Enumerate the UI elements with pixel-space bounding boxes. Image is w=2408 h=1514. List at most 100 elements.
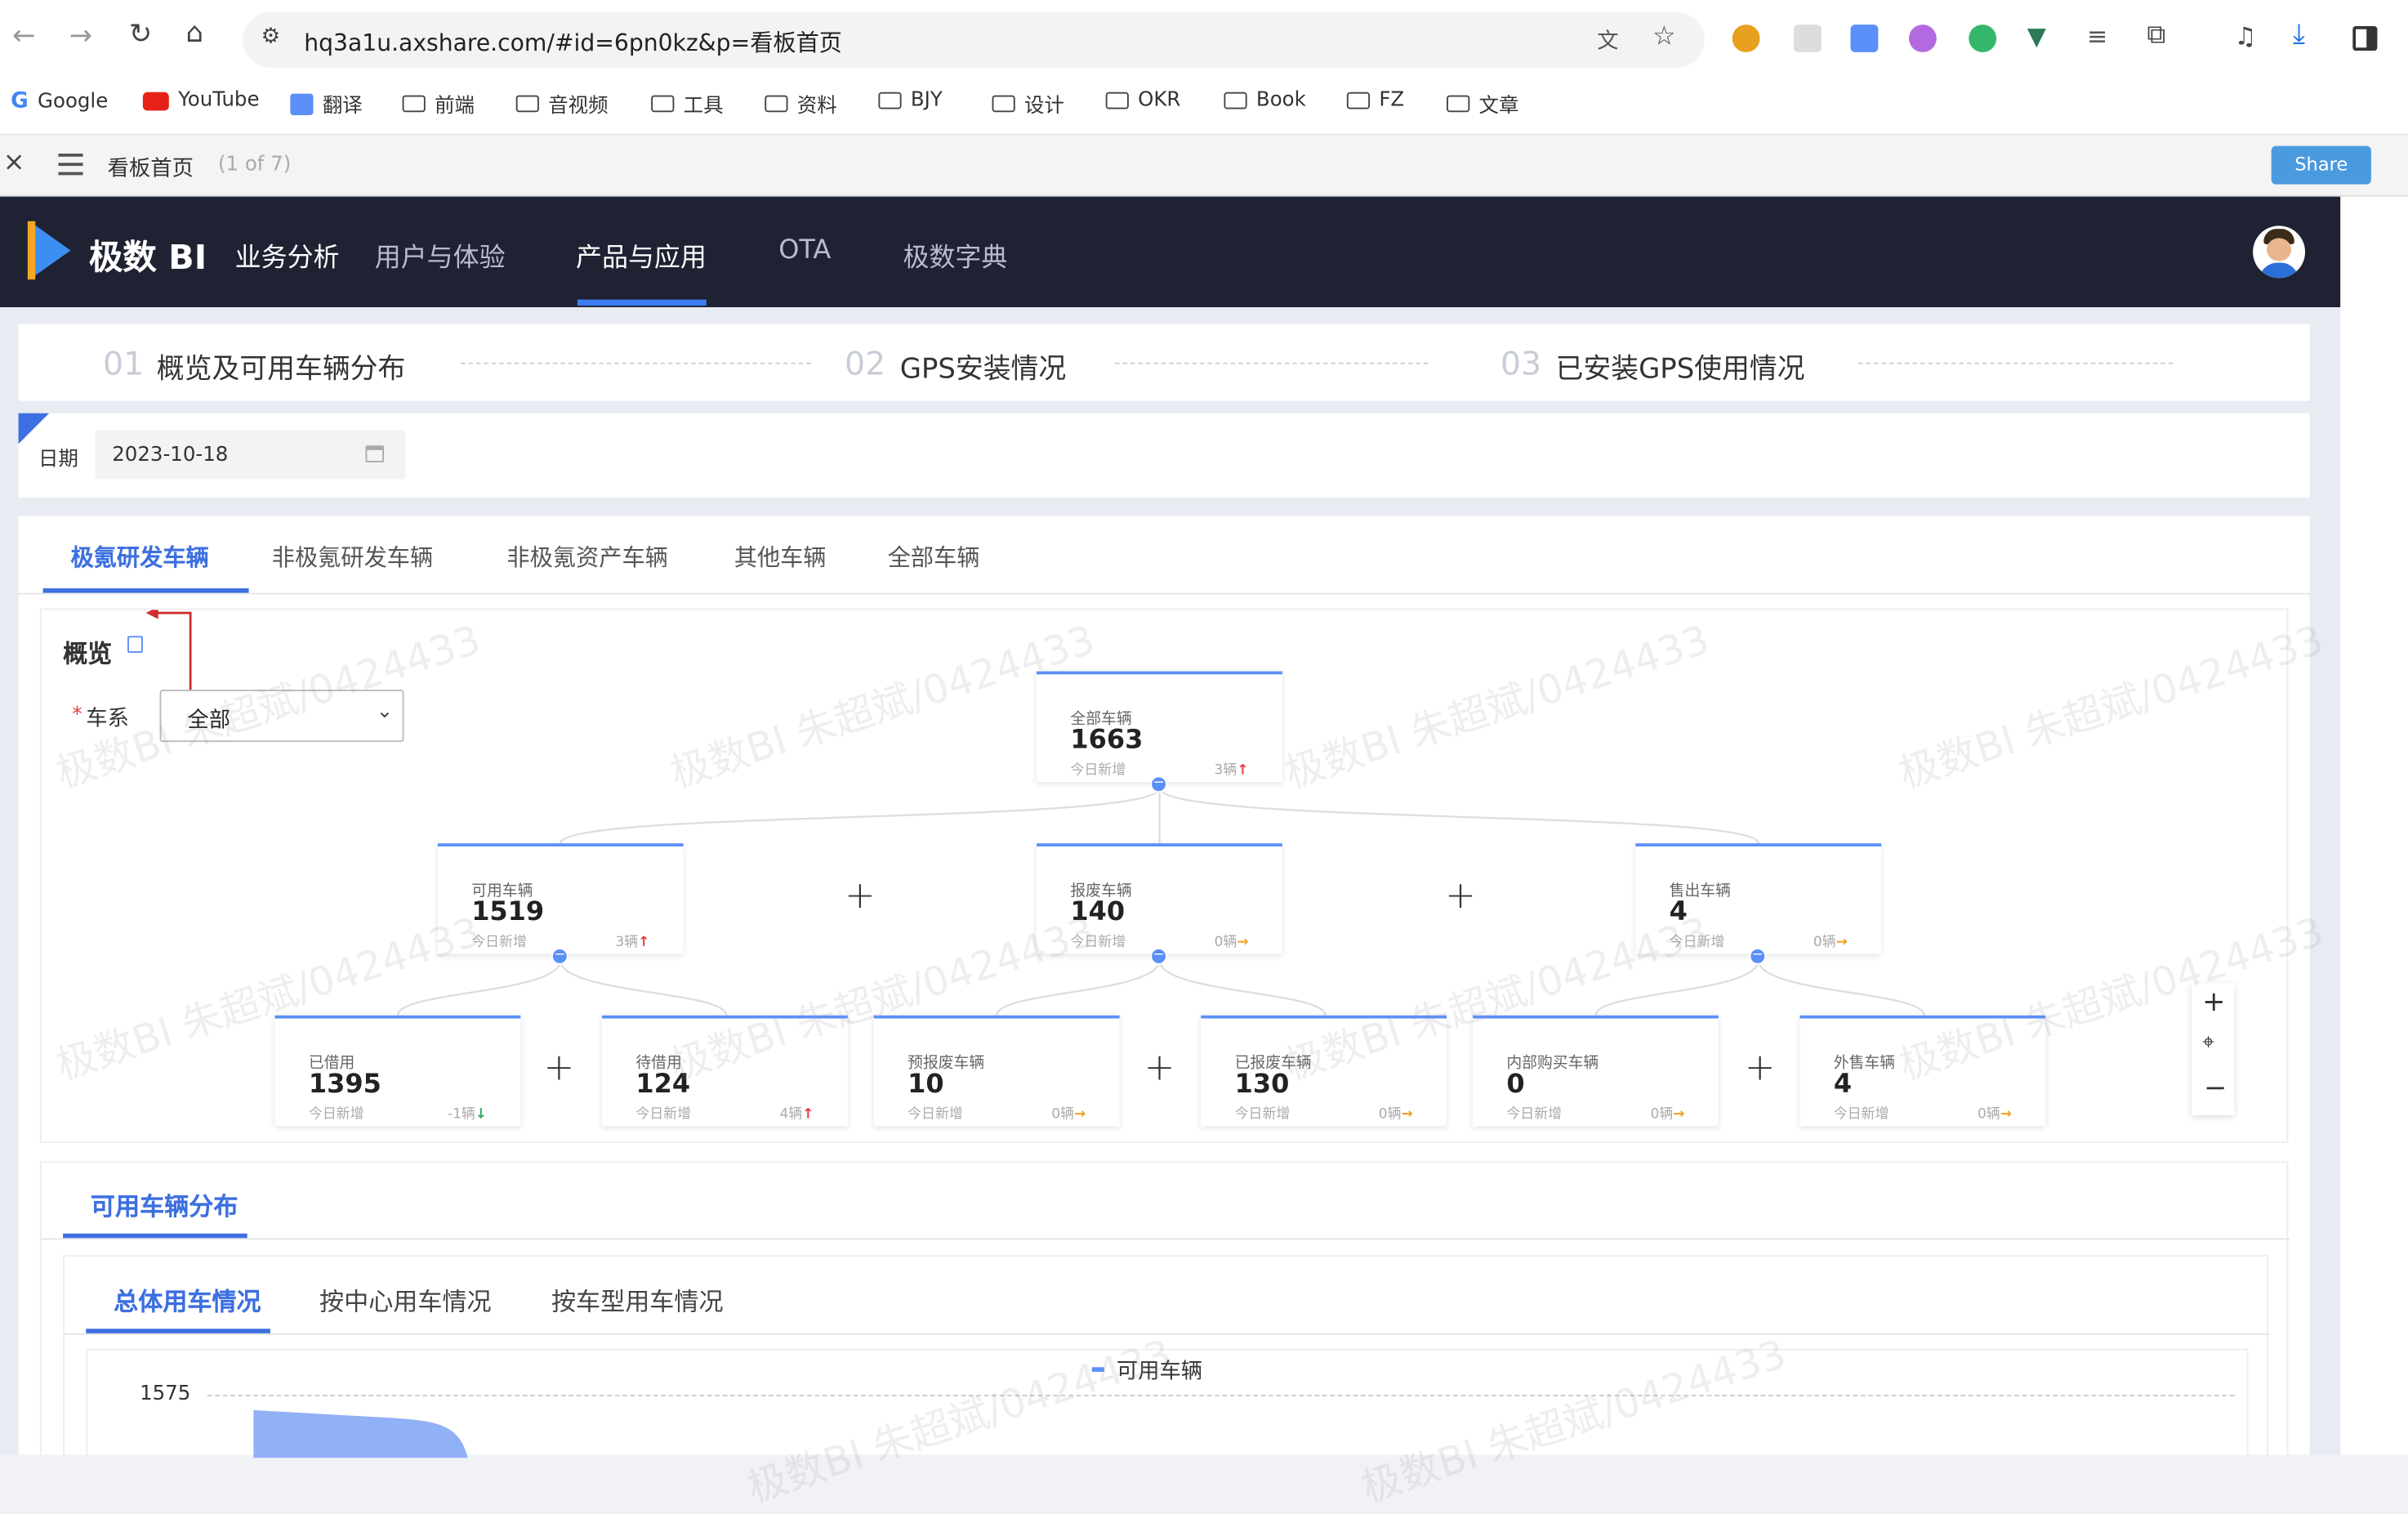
card-value: 1395	[308, 1069, 381, 1101]
translate-extension-icon[interactable]	[1850, 25, 1879, 52]
folder-icon	[1346, 92, 1371, 109]
extension-icon[interactable]	[1969, 25, 1997, 52]
bookmark-label: 文章	[1478, 95, 1519, 118]
card-available[interactable]: 可用车辆 1519 今日新增 3辆↑	[437, 843, 684, 954]
site-settings-icon[interactable]: ⚙	[261, 25, 281, 49]
tabs-divider	[18, 592, 2310, 595]
collapse-toggle-icon[interactable]: −	[1150, 775, 1167, 793]
tab-all[interactable]: 全部车辆	[888, 541, 980, 573]
delta-value: 0辆	[1650, 1107, 1674, 1123]
folder-icon	[515, 95, 539, 113]
card-sub: 今日新增	[471, 935, 527, 951]
card-pre-scrap[interactable]: 预报废车辆 10 今日新增 0辆→	[873, 1015, 1120, 1127]
bookmark-folder[interactable]: OKR	[1105, 89, 1180, 112]
calendar-icon[interactable]	[365, 445, 385, 462]
subtab-by-center[interactable]: 按中心用车情况	[319, 1281, 492, 1318]
step-number: 01	[102, 346, 145, 383]
page-shadow-strip	[2340, 196, 2408, 1455]
arrow-up-icon: ↑	[1237, 763, 1249, 779]
arrow-right-icon: →	[1673, 1107, 1685, 1123]
card-all-vehicles[interactable]: 全部车辆 1663 今日新增 3辆↑	[1037, 671, 1282, 782]
bookmark-folder[interactable]: BJY	[878, 89, 943, 112]
card-value: 4	[1669, 896, 1688, 928]
nav-ota[interactable]: OTA	[778, 235, 831, 266]
step-label[interactable]: 已安装GPS使用情况	[1556, 347, 1805, 387]
forward-icon[interactable]: →	[69, 20, 92, 51]
zoom-out-icon[interactable]: −	[2204, 1072, 2227, 1104]
avatar[interactable]	[2253, 226, 2306, 279]
home-icon[interactable]: ⌂	[185, 17, 203, 49]
back-icon[interactable]: ←	[12, 20, 35, 51]
step-divider	[1857, 362, 2174, 364]
media-icon[interactable]: ♫	[2235, 21, 2257, 51]
bookmark-folder[interactable]: 设计	[992, 89, 1064, 118]
delta-value: 0辆	[1978, 1107, 2000, 1123]
card-value: 124	[635, 1069, 691, 1101]
nav-products[interactable]: 产品与应用	[576, 235, 707, 274]
tab-other[interactable]: 其他车辆	[734, 541, 827, 573]
bookmark-folder[interactable]: Book	[1224, 89, 1306, 112]
bookmark-folder[interactable]: 工具	[651, 89, 724, 118]
download-icon[interactable]: ⤓	[2293, 19, 2305, 51]
filter-corner-flag[interactable]	[18, 413, 50, 444]
bookmark-label: 资料	[796, 95, 837, 118]
delta-value: 0辆	[1378, 1107, 1402, 1123]
delta-value: 0辆	[1813, 935, 1836, 951]
extensions-puzzle-icon[interactable]: ⧉	[2147, 20, 2165, 51]
step-label[interactable]: GPS安装情况	[900, 347, 1066, 387]
zoom-in-icon[interactable]: +	[2202, 986, 2225, 1018]
fit-view-icon[interactable]: ⌖	[2202, 1031, 2214, 1056]
app-logo-text[interactable]: 极数 BI	[89, 230, 207, 279]
reading-list-icon[interactable]: ≡	[2087, 21, 2107, 51]
bookmark-translate[interactable]: 翻译	[290, 89, 363, 118]
translate-icon[interactable]: 文	[1597, 25, 1618, 56]
collapse-toggle-icon[interactable]: −	[1749, 948, 1767, 965]
card-scrapped-done[interactable]: 已报废车辆 130 今日新增 0辆→	[1201, 1015, 1447, 1127]
bookmark-folder[interactable]: 前端	[402, 89, 475, 118]
side-panel-icon[interactable]	[2352, 25, 2378, 51]
google-icon: G	[11, 89, 29, 114]
subtab-overall[interactable]: 总体用车情况	[114, 1281, 261, 1318]
date-input[interactable]: 2023-10-18	[95, 430, 406, 480]
card-external-sale[interactable]: 外售车辆 4 今日新增 0辆→	[1799, 1015, 2046, 1127]
menu-icon[interactable]	[58, 154, 83, 176]
card-delta: 4辆↑	[780, 1103, 814, 1123]
card-sub: 今日新增	[1070, 763, 1126, 779]
step-label[interactable]: 概览及可用车辆分布	[157, 347, 406, 387]
nav-dictionary[interactable]: 极数字典	[903, 235, 1007, 274]
tab-zeekr-rd[interactable]: 极氪研发车辆	[70, 541, 208, 573]
usage-card: 总体用车情况 按中心用车情况 按车型用车情况 可用车辆 1575	[63, 1255, 2270, 1458]
nav-users[interactable]: 用户与体验	[375, 235, 506, 274]
bookmark-folder[interactable]: FZ	[1346, 89, 1404, 112]
card-internal-purchase[interactable]: 内部购买车辆 0 今日新增 0辆→	[1473, 1015, 1719, 1127]
collapse-toggle-icon[interactable]: −	[1150, 948, 1167, 965]
extension-icon[interactable]	[1793, 25, 1822, 52]
reload-icon[interactable]: ↻	[129, 19, 152, 51]
bookmark-youtube[interactable]: YouTube	[142, 89, 260, 112]
close-icon[interactable]: ×	[3, 147, 25, 178]
bookmark-folder[interactable]: 资料	[765, 89, 837, 118]
collapse-toggle-icon[interactable]: −	[551, 948, 569, 965]
card-to-borrow[interactable]: 待借用 124 今日新增 4辆↑	[601, 1015, 848, 1127]
logo-icon[interactable]	[33, 224, 71, 277]
nav-business[interactable]: 业务分析	[235, 235, 340, 274]
star-icon[interactable]: ☆	[1652, 21, 1676, 52]
address-bar[interactable]: ⚙ hq3a1u.axshare.com/#id=6pn0kz&p=看板首页 文…	[243, 12, 1705, 68]
folder-icon	[878, 92, 902, 109]
bookmark-google[interactable]: G Google	[11, 89, 108, 114]
extension-icon[interactable]	[1908, 25, 1937, 52]
share-button[interactable]: Share	[2271, 145, 2371, 185]
card-borrowed[interactable]: 已借用 1395 今日新增 -1辆↓	[274, 1015, 521, 1127]
card-scrapped[interactable]: 报废车辆 140 今日新增 0辆→	[1037, 843, 1282, 954]
card-delta: 3辆↑	[1215, 759, 1249, 779]
tab-non-zeekr-rd[interactable]: 非极氪研发车辆	[272, 541, 433, 573]
bookmark-folder[interactable]: 文章	[1447, 89, 1518, 118]
card-sold[interactable]: 售出车辆 4 今日新增 0辆→	[1635, 843, 1882, 954]
extension-icon[interactable]	[1732, 25, 1760, 52]
distribution-title[interactable]: 可用车辆分布	[91, 1186, 239, 1222]
vue-devtools-icon[interactable]: ▼	[2027, 21, 2046, 51]
bookmark-folder[interactable]: 音视频	[515, 89, 609, 118]
tab-non-zeekr-asset[interactable]: 非极氪资产车辆	[506, 541, 667, 573]
subtab-by-model[interactable]: 按车型用车情况	[551, 1281, 724, 1318]
card-delta: 0辆→	[1978, 1103, 2012, 1123]
